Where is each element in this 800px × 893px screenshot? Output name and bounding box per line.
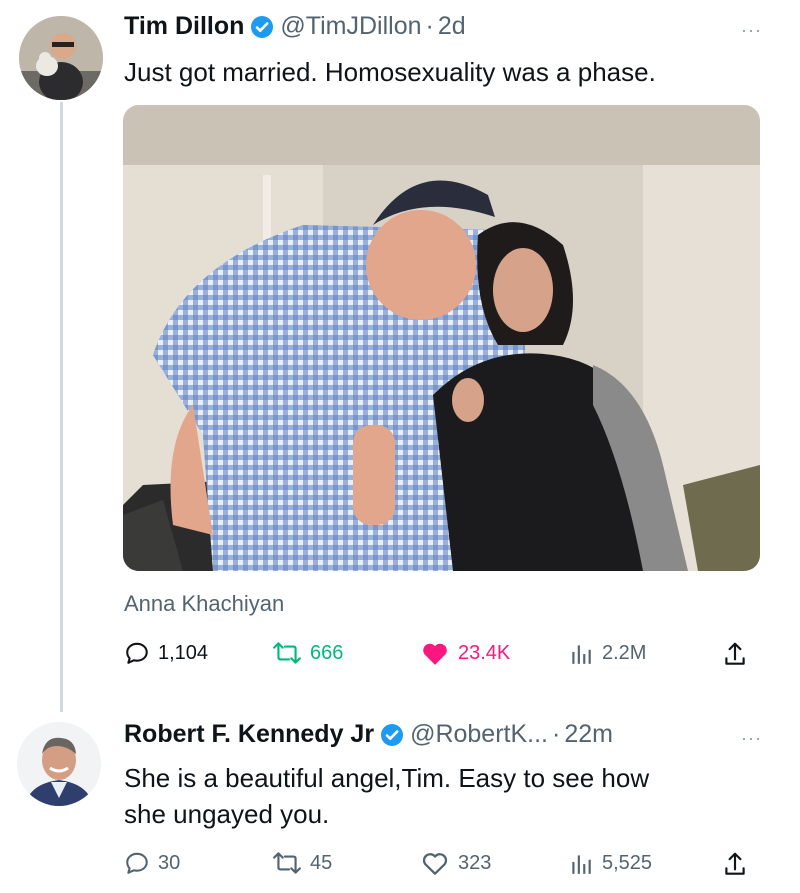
- reply-icon: [126, 642, 148, 664]
- views-button[interactable]: 5,525: [568, 850, 652, 876]
- retweet-count: 45: [310, 851, 333, 874]
- tweet-actions: 1,104 666 23.4K 2.2M: [0, 640, 800, 676]
- like-count: 323: [458, 851, 492, 874]
- author-handle[interactable]: @RobertK...: [410, 720, 548, 749]
- media-caption: Anna Khachiyan: [124, 591, 285, 616]
- reply-button[interactable]: 1,104: [124, 640, 208, 666]
- tweet-text: Just got married. Homosexuality was a ph…: [124, 57, 656, 87]
- verified-badge-icon: [381, 723, 404, 746]
- tweet-header: Tim Dillon @TimJDillon · 2d: [124, 12, 466, 41]
- share-icon: [725, 852, 745, 875]
- avatar[interactable]: [19, 16, 103, 100]
- views-icon: [572, 645, 591, 664]
- like-icon: [423, 643, 447, 665]
- share-button[interactable]: [722, 640, 756, 668]
- author-name[interactable]: Tim Dillon: [124, 12, 244, 41]
- reply-count: 1,104: [158, 641, 209, 664]
- tweet-text-line: She is a beautiful angel,Tim. Easy to se…: [124, 763, 650, 793]
- thread-line: [60, 102, 63, 712]
- reply-count: 30: [158, 851, 181, 874]
- retweet-icon: [273, 852, 301, 874]
- reply-button[interactable]: 30: [124, 850, 180, 876]
- author-handle[interactable]: @TimJDillon: [280, 12, 421, 41]
- like-button[interactable]: 323: [420, 850, 491, 876]
- view-count: 2.2M: [602, 641, 647, 664]
- timestamp[interactable]: 2d: [438, 12, 466, 41]
- like-icon: [422, 853, 448, 875]
- reply-icon: [126, 852, 148, 874]
- tweet-text-line: she ungayed you.: [124, 799, 330, 829]
- more-options-icon[interactable]: ···: [741, 728, 762, 749]
- like-count: 23.4K: [458, 641, 511, 664]
- view-count: 5,525: [602, 851, 653, 874]
- retweet-button[interactable]: 666: [272, 640, 343, 666]
- share-button[interactable]: [722, 850, 756, 878]
- separator-dot: ·: [552, 720, 561, 748]
- timestamp[interactable]: 22m: [564, 720, 613, 749]
- share-icon: [725, 642, 745, 665]
- tweet-image[interactable]: [123, 105, 760, 571]
- retweet-count: 666: [310, 641, 344, 664]
- avatar[interactable]: [17, 722, 101, 806]
- tweet-header: Robert F. Kennedy Jr @RobertK... · 22m: [124, 720, 613, 749]
- more-options-icon[interactable]: ···: [741, 20, 762, 41]
- tweet-text: She is a beautiful angel,Tim. Easy to se…: [124, 760, 649, 832]
- like-button[interactable]: 23.4K: [420, 640, 510, 666]
- retweet-icon: [273, 642, 301, 664]
- retweet-button[interactable]: 45: [272, 850, 332, 876]
- verified-badge-icon: [251, 15, 274, 38]
- views-icon: [572, 855, 591, 874]
- separator-dot: ·: [425, 12, 434, 40]
- tweet-actions: 30 45 323 5,525: [0, 850, 800, 886]
- author-name[interactable]: Robert F. Kennedy Jr: [124, 720, 374, 749]
- views-button[interactable]: 2.2M: [568, 640, 646, 666]
